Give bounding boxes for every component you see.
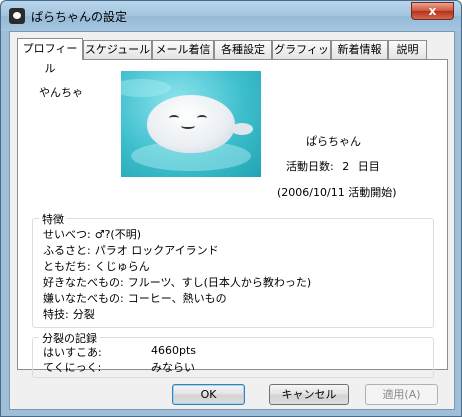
character-name: ぱらちゃん <box>306 135 361 148</box>
trait-label: 嫌いなたべもの: <box>43 292 124 305</box>
record-row-highscore: はいすこあ: 4660pts <box>43 344 196 360</box>
title-bar[interactable]: ぱらちゃんの設定 x <box>1 1 461 31</box>
character-image <box>121 71 261 177</box>
record-row-technique: てくにっく: みならい <box>43 359 195 375</box>
trait-value: パラオ ロックアイランド <box>94 244 219 257</box>
trait-label: 好きなたべもの: <box>43 276 124 289</box>
active-days-unit: 日目 <box>357 160 380 173</box>
window-title: ぱらちゃんの設定 <box>31 10 128 24</box>
active-days-value: 2 <box>342 160 350 173</box>
tab-news[interactable]: 新着情報 <box>331 40 388 59</box>
tab-profile[interactable]: プロフィール <box>17 38 83 75</box>
trait-row-hometown: ふるさと: パラオ ロックアイランド <box>43 242 219 258</box>
trait-value: ♂?(不明) <box>94 228 142 241</box>
settings-window: ぱらちゃんの設定 x プロフィール スケジュール メール着信 各種設定 グラフィ… <box>0 0 462 417</box>
trait-label: ふるさと: <box>43 244 91 257</box>
record-value: 4660pts <box>151 344 197 357</box>
start-date: (2006/10/11 活動開始) <box>277 186 397 199</box>
record-value: みならい <box>151 361 195 374</box>
ok-button[interactable]: OK <box>172 384 245 405</box>
nickname: やんちゃ <box>39 86 83 99</box>
tab-graphics[interactable]: グラフィック <box>272 40 331 73</box>
trait-value: フルーツ、すし(日本人から教わった) <box>127 276 312 289</box>
record-label: はいすこあ: <box>43 346 102 359</box>
trait-row-disliked-food: 嫌いなたべもの: コーヒー、熱いもの <box>43 290 227 306</box>
apply-button[interactable]: 適用(A) <box>365 384 438 405</box>
active-days: 活動日数: 2 日目 <box>286 158 380 174</box>
trait-row-friends: ともだち: くじゅらん <box>43 258 150 274</box>
traits-group: 特徴 せいべつ: ♂?(不明) ふるさと: パラオ ロックアイランド ともだち: くじ… <box>32 211 434 328</box>
trait-row-favorite-food: 好きなたべもの: フルーツ、すし(日本人から教わった) <box>43 274 311 290</box>
trait-row-gender: せいべつ: ♂?(不明) <box>43 226 141 242</box>
tab-mail[interactable]: メール着信 <box>152 40 214 59</box>
traits-legend: 特徴 <box>39 211 67 227</box>
close-button[interactable]: x <box>411 2 454 20</box>
split-record-group: 分裂の記録 はいすこあ: 4660pts てくにっく: みならい <box>32 330 434 378</box>
cancel-button[interactable]: キャンセル <box>269 384 349 405</box>
dialog-client-area: プロフィール スケジュール メール着信 各種設定 グラフィック 新着情報 説明 … <box>9 31 455 410</box>
tab-help[interactable]: 説明 <box>388 40 427 59</box>
trait-label: 特技: <box>43 308 69 321</box>
trait-row-skill: 特技: 分裂 <box>43 306 95 322</box>
app-icon <box>9 8 25 24</box>
record-label: てくにっく: <box>43 361 102 374</box>
tab-schedule[interactable]: スケジュール <box>83 40 152 59</box>
tab-settings[interactable]: 各種設定 <box>214 40 272 59</box>
active-days-label: 活動日数: <box>286 160 334 173</box>
trait-label: ともだち: <box>43 260 91 273</box>
trait-value: くじゅらん <box>94 260 150 273</box>
trait-label: せいべつ: <box>43 228 91 241</box>
trait-value: 分裂 <box>72 308 95 321</box>
profile-panel: やんちゃ ぱらちゃん 活動日数: 2 日目 (2006/10/11 活動開始) <box>17 59 448 378</box>
trait-value: コーヒー、熱いもの <box>127 292 227 305</box>
